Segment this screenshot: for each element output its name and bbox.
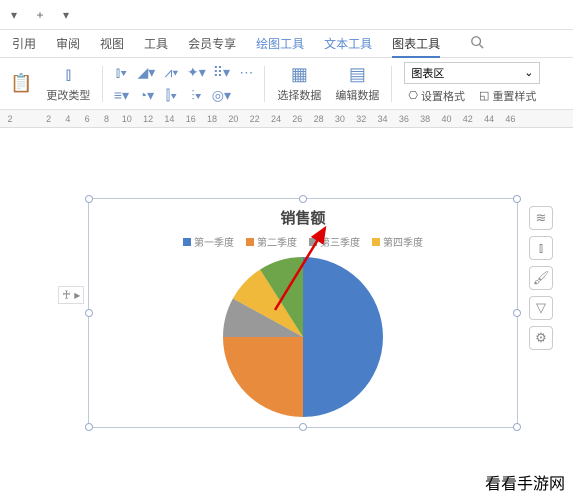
- edit-data-button[interactable]: ▤编辑数据: [329, 62, 385, 105]
- pie-slice[interactable]: [223, 337, 303, 417]
- tab-dropdown[interactable]: ▾: [2, 4, 26, 26]
- legend-label: 第二季度: [257, 234, 297, 249]
- legend-label: 第一季度: [194, 234, 234, 249]
- reset-icon: ◱: [479, 89, 489, 102]
- chart-combo-icon[interactable]: ⫿▾: [159, 84, 183, 106]
- paste-button[interactable]: 📋: [4, 71, 38, 96]
- resize-handle[interactable]: [85, 423, 93, 431]
- pie-chart[interactable]: [223, 257, 383, 417]
- resize-handle[interactable]: [299, 423, 307, 431]
- menu-view[interactable]: 视图: [100, 35, 124, 52]
- chart-object[interactable]: 销售额 第一季度 第二季度 第三季度 第四季度: [88, 198, 518, 428]
- chart-scatter-icon[interactable]: ⠿▾: [209, 61, 233, 83]
- window-tab-row: ▾ + ▾: [0, 0, 573, 30]
- horizontal-ruler[interactable]: 2246810121416182022242628303234363840424…: [0, 110, 573, 128]
- chart-pie-icon[interactable]: ◔▾: [134, 84, 158, 106]
- chart-hbar-icon[interactable]: ≡▾: [109, 84, 133, 106]
- legend-item[interactable]: 第四季度: [372, 234, 423, 249]
- menu-draw-tools[interactable]: 绘图工具: [256, 35, 304, 52]
- resize-handle[interactable]: [85, 195, 93, 203]
- menu-chart-tools[interactable]: 图表工具: [392, 35, 440, 58]
- menu-review[interactable]: 审阅: [56, 35, 80, 52]
- resize-handle[interactable]: [85, 309, 93, 317]
- chevron-down-icon: ⌄: [524, 66, 533, 79]
- legend-item[interactable]: 第二季度: [246, 234, 297, 249]
- chart-bar-icon[interactable]: ⫾▾: [109, 61, 133, 83]
- legend-swatch: [372, 238, 380, 246]
- set-format-button[interactable]: ⎔设置格式: [404, 86, 469, 106]
- chart-legend[interactable]: 第一季度 第二季度 第三季度 第四季度: [89, 234, 517, 249]
- legend-item[interactable]: 第一季度: [183, 234, 234, 249]
- select-data-button[interactable]: ▦选择数据: [271, 62, 327, 105]
- menu-member[interactable]: 会员专享: [188, 35, 236, 52]
- tab-add[interactable]: +: [28, 4, 52, 26]
- chart-radar-icon[interactable]: ✦▾: [184, 61, 208, 83]
- chart-type-grid: ⫾▾ ◢▾ ⩘▾ ✦▾ ⠿▾ ⋯ ≡▾ ◔▾ ⫿▾ ⫶▾ ◎▾: [109, 61, 258, 106]
- legend-label: 第四季度: [383, 234, 423, 249]
- main-menu: 引用 审阅 视图 工具 会员专享 绘图工具 文本工具 图表工具: [0, 30, 573, 58]
- resize-handle[interactable]: [513, 309, 521, 317]
- watermark-text: 看看手游网: [485, 470, 565, 494]
- separator: [102, 66, 103, 102]
- chart-area-select[interactable]: 图表区⌄: [404, 62, 540, 84]
- side-tool-2[interactable]: 🖌: [529, 266, 553, 290]
- format-icon: ⎔: [408, 89, 418, 102]
- resize-handle[interactable]: [513, 423, 521, 431]
- legend-label: 第三季度: [320, 234, 360, 249]
- reset-style-button[interactable]: ◱重置样式: [475, 86, 540, 106]
- change-type-button[interactable]: ⫾更改类型: [40, 62, 96, 105]
- menu-tools[interactable]: 工具: [144, 35, 168, 52]
- ribbon-toolbar: 📋 ⫾更改类型 ⫾▾ ◢▾ ⩘▾ ✦▾ ⠿▾ ⋯ ≡▾ ◔▾ ⫿▾ ⫶▾ ◎▾ …: [0, 58, 573, 110]
- document-canvas[interactable]: ♰ ▸ 销售额 第一季度 第二季度 第三季度 第四季度 ≋ ⫾ 🖌 ▽ ⚙: [0, 128, 573, 468]
- legend-swatch: [183, 238, 191, 246]
- separator: [264, 66, 265, 102]
- resize-handle[interactable]: [299, 195, 307, 203]
- pie-slice[interactable]: [303, 257, 383, 417]
- chart-stock-icon[interactable]: ⫶▾: [184, 84, 208, 106]
- side-tool-0[interactable]: ≋: [529, 206, 553, 230]
- side-tool-4[interactable]: ⚙: [529, 326, 553, 350]
- menu-text-tools[interactable]: 文本工具: [324, 35, 372, 52]
- side-tool-3[interactable]: ▽: [529, 296, 553, 320]
- chart-donut-icon[interactable]: ◎▾: [209, 84, 233, 106]
- legend-swatch: [246, 238, 254, 246]
- chart-blank-icon[interactable]: [234, 84, 258, 106]
- tab-more[interactable]: ▾: [54, 4, 78, 26]
- separator: [391, 66, 392, 102]
- legend-item[interactable]: 第三季度: [309, 234, 360, 249]
- chart-title[interactable]: 销售额: [89, 207, 517, 228]
- side-tool-1[interactable]: ⫾: [529, 236, 553, 260]
- vertical-ruler-toggle[interactable]: ♰ ▸: [58, 286, 84, 304]
- menu-reference[interactable]: 引用: [12, 35, 36, 52]
- legend-swatch: [309, 238, 317, 246]
- chart-side-toolbar: ≋ ⫾ 🖌 ▽ ⚙: [529, 206, 553, 350]
- chart-more-icon[interactable]: ⋯: [234, 61, 258, 83]
- search-icon[interactable]: [470, 35, 484, 52]
- chart-area-icon[interactable]: ◢▾: [134, 61, 158, 83]
- resize-handle[interactable]: [513, 195, 521, 203]
- chart-line-icon[interactable]: ⩘▾: [159, 61, 183, 83]
